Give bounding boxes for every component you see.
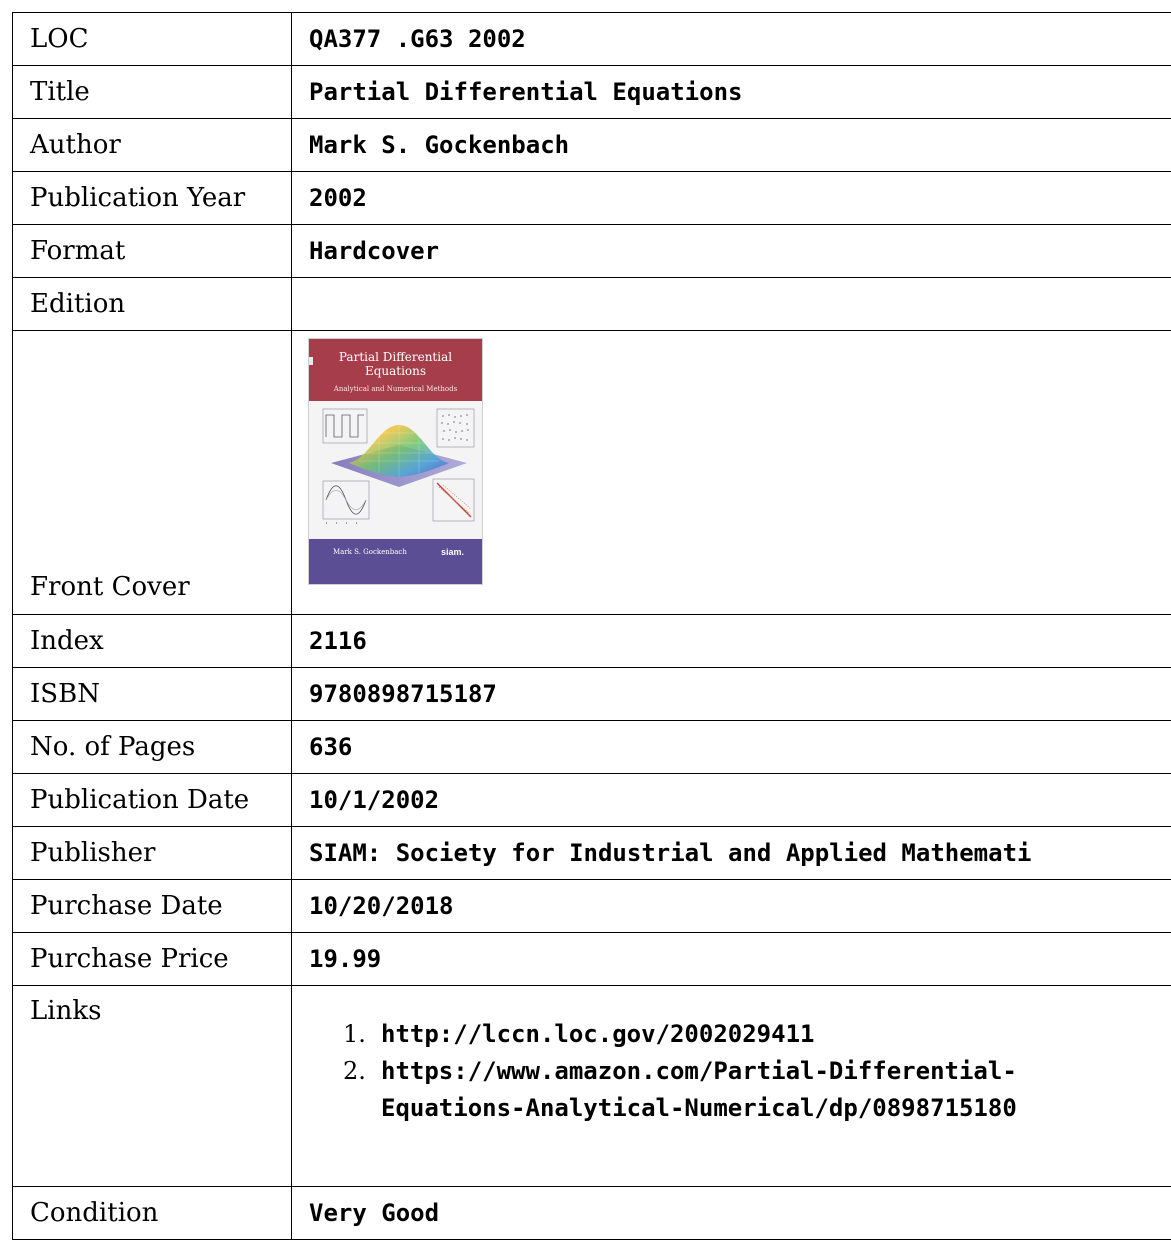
index-value: 2116: [292, 615, 1171, 668]
axis-ticks-icon: [326, 522, 357, 524]
surface-plot-icon: [331, 425, 467, 487]
row-title: Title Partial Differential Equations: [13, 66, 1171, 119]
cover-illustration: [309, 401, 482, 539]
purchase-date-label: Purchase Date: [13, 880, 292, 933]
title-value: Partial Differential Equations: [292, 66, 1171, 119]
author-value: Mark S. Gockenbach: [292, 119, 1171, 172]
cover-title-line-2: Equations: [309, 364, 482, 378]
format-label: Format: [13, 225, 292, 278]
purchase-date-value: 10/20/2018: [292, 880, 1171, 933]
publication-date-value: 10/1/2002: [292, 774, 1171, 827]
pages-label: No. of Pages: [13, 721, 292, 774]
condition-label: Condition: [13, 1187, 292, 1240]
purchase-price-value: 19.99: [292, 933, 1171, 986]
row-condition: Condition Very Good: [13, 1187, 1171, 1240]
publication-date-label: Publication Date: [13, 774, 292, 827]
front-cover-cell: Partial Differential Equations Analytica…: [292, 331, 1171, 615]
row-publication-date: Publication Date 10/1/2002: [13, 774, 1171, 827]
front-cover-image: Partial Differential Equations Analytica…: [309, 339, 482, 584]
title-label: Title: [13, 66, 292, 119]
dot-grid-plot-icon: [437, 409, 474, 447]
row-pages: No. of Pages 636: [13, 721, 1171, 774]
link-2-url-line-2[interactable]: Equations-Analytical-Numerical/dp/089871…: [381, 1094, 1017, 1122]
row-publication-year: Publication Year 2002: [13, 172, 1171, 225]
publisher-label: Publisher: [13, 827, 292, 880]
row-purchase-price: Purchase Price 19.99: [13, 933, 1171, 986]
sine-wave-plot-icon: [323, 481, 369, 519]
row-front-cover: Front Cover Partial Differential Equatio…: [13, 331, 1171, 615]
row-index: Index 2116: [13, 615, 1171, 668]
isbn-value: 9780898715187: [292, 668, 1171, 721]
link-2-url-line-1[interactable]: https://www.amazon.com/Partial-Different…: [381, 1057, 1017, 1085]
loc-value: QA377 .G63 2002: [292, 13, 1171, 66]
pages-value: 636: [292, 721, 1171, 774]
row-edition: Edition: [13, 278, 1171, 331]
book-record-table: LOC QA377 .G63 2002 Title Partial Differ…: [12, 12, 1171, 1240]
row-loc: LOC QA377 .G63 2002: [13, 13, 1171, 66]
square-wave-plot-icon: [323, 409, 367, 443]
cover-bottom-band: [309, 539, 482, 584]
scatter-diagonal-plot-icon: [433, 479, 474, 521]
edition-value: [292, 278, 1171, 331]
index-label: Index: [13, 615, 292, 668]
row-isbn: ISBN 9780898715187: [13, 668, 1171, 721]
row-author: Author Mark S. Gockenbach: [13, 119, 1171, 172]
links-cell: http://lccn.loc.gov/2002029411 https://w…: [292, 986, 1171, 1187]
link-item-2[interactable]: https://www.amazon.com/Partial-Different…: [381, 1053, 1171, 1127]
links-list: http://lccn.loc.gov/2002029411 https://w…: [309, 1016, 1171, 1127]
publisher-value: SIAM: Society for Industrial and Applied…: [292, 827, 1171, 880]
cover-subtitle: Analytical and Numerical Methods: [309, 385, 482, 393]
cover-publisher-logo: siam.: [441, 547, 464, 557]
isbn-label: ISBN: [13, 668, 292, 721]
edition-label: Edition: [13, 278, 292, 331]
purchase-price-label: Purchase Price: [13, 933, 292, 986]
row-publisher: Publisher SIAM: Society for Industrial a…: [13, 827, 1171, 880]
cover-title: Partial Differential Equations: [309, 350, 482, 378]
front-cover-label: Front Cover: [13, 331, 292, 615]
link-item-1[interactable]: http://lccn.loc.gov/2002029411: [381, 1016, 1171, 1053]
cover-author: Mark S. Gockenbach: [333, 548, 407, 556]
row-purchase-date: Purchase Date 10/20/2018: [13, 880, 1171, 933]
publication-year-value: 2002: [292, 172, 1171, 225]
links-label: Links: [13, 986, 292, 1187]
condition-value: Very Good: [292, 1187, 1171, 1240]
format-value: Hardcover: [292, 225, 1171, 278]
publication-year-label: Publication Year: [13, 172, 292, 225]
loc-label: LOC: [13, 13, 292, 66]
author-label: Author: [13, 119, 292, 172]
cover-title-line-1: Partial Differential: [309, 350, 482, 364]
row-format: Format Hardcover: [13, 225, 1171, 278]
row-links: Links http://lccn.loc.gov/2002029411 htt…: [13, 986, 1171, 1187]
link-1-url[interactable]: http://lccn.loc.gov/2002029411: [381, 1020, 814, 1048]
